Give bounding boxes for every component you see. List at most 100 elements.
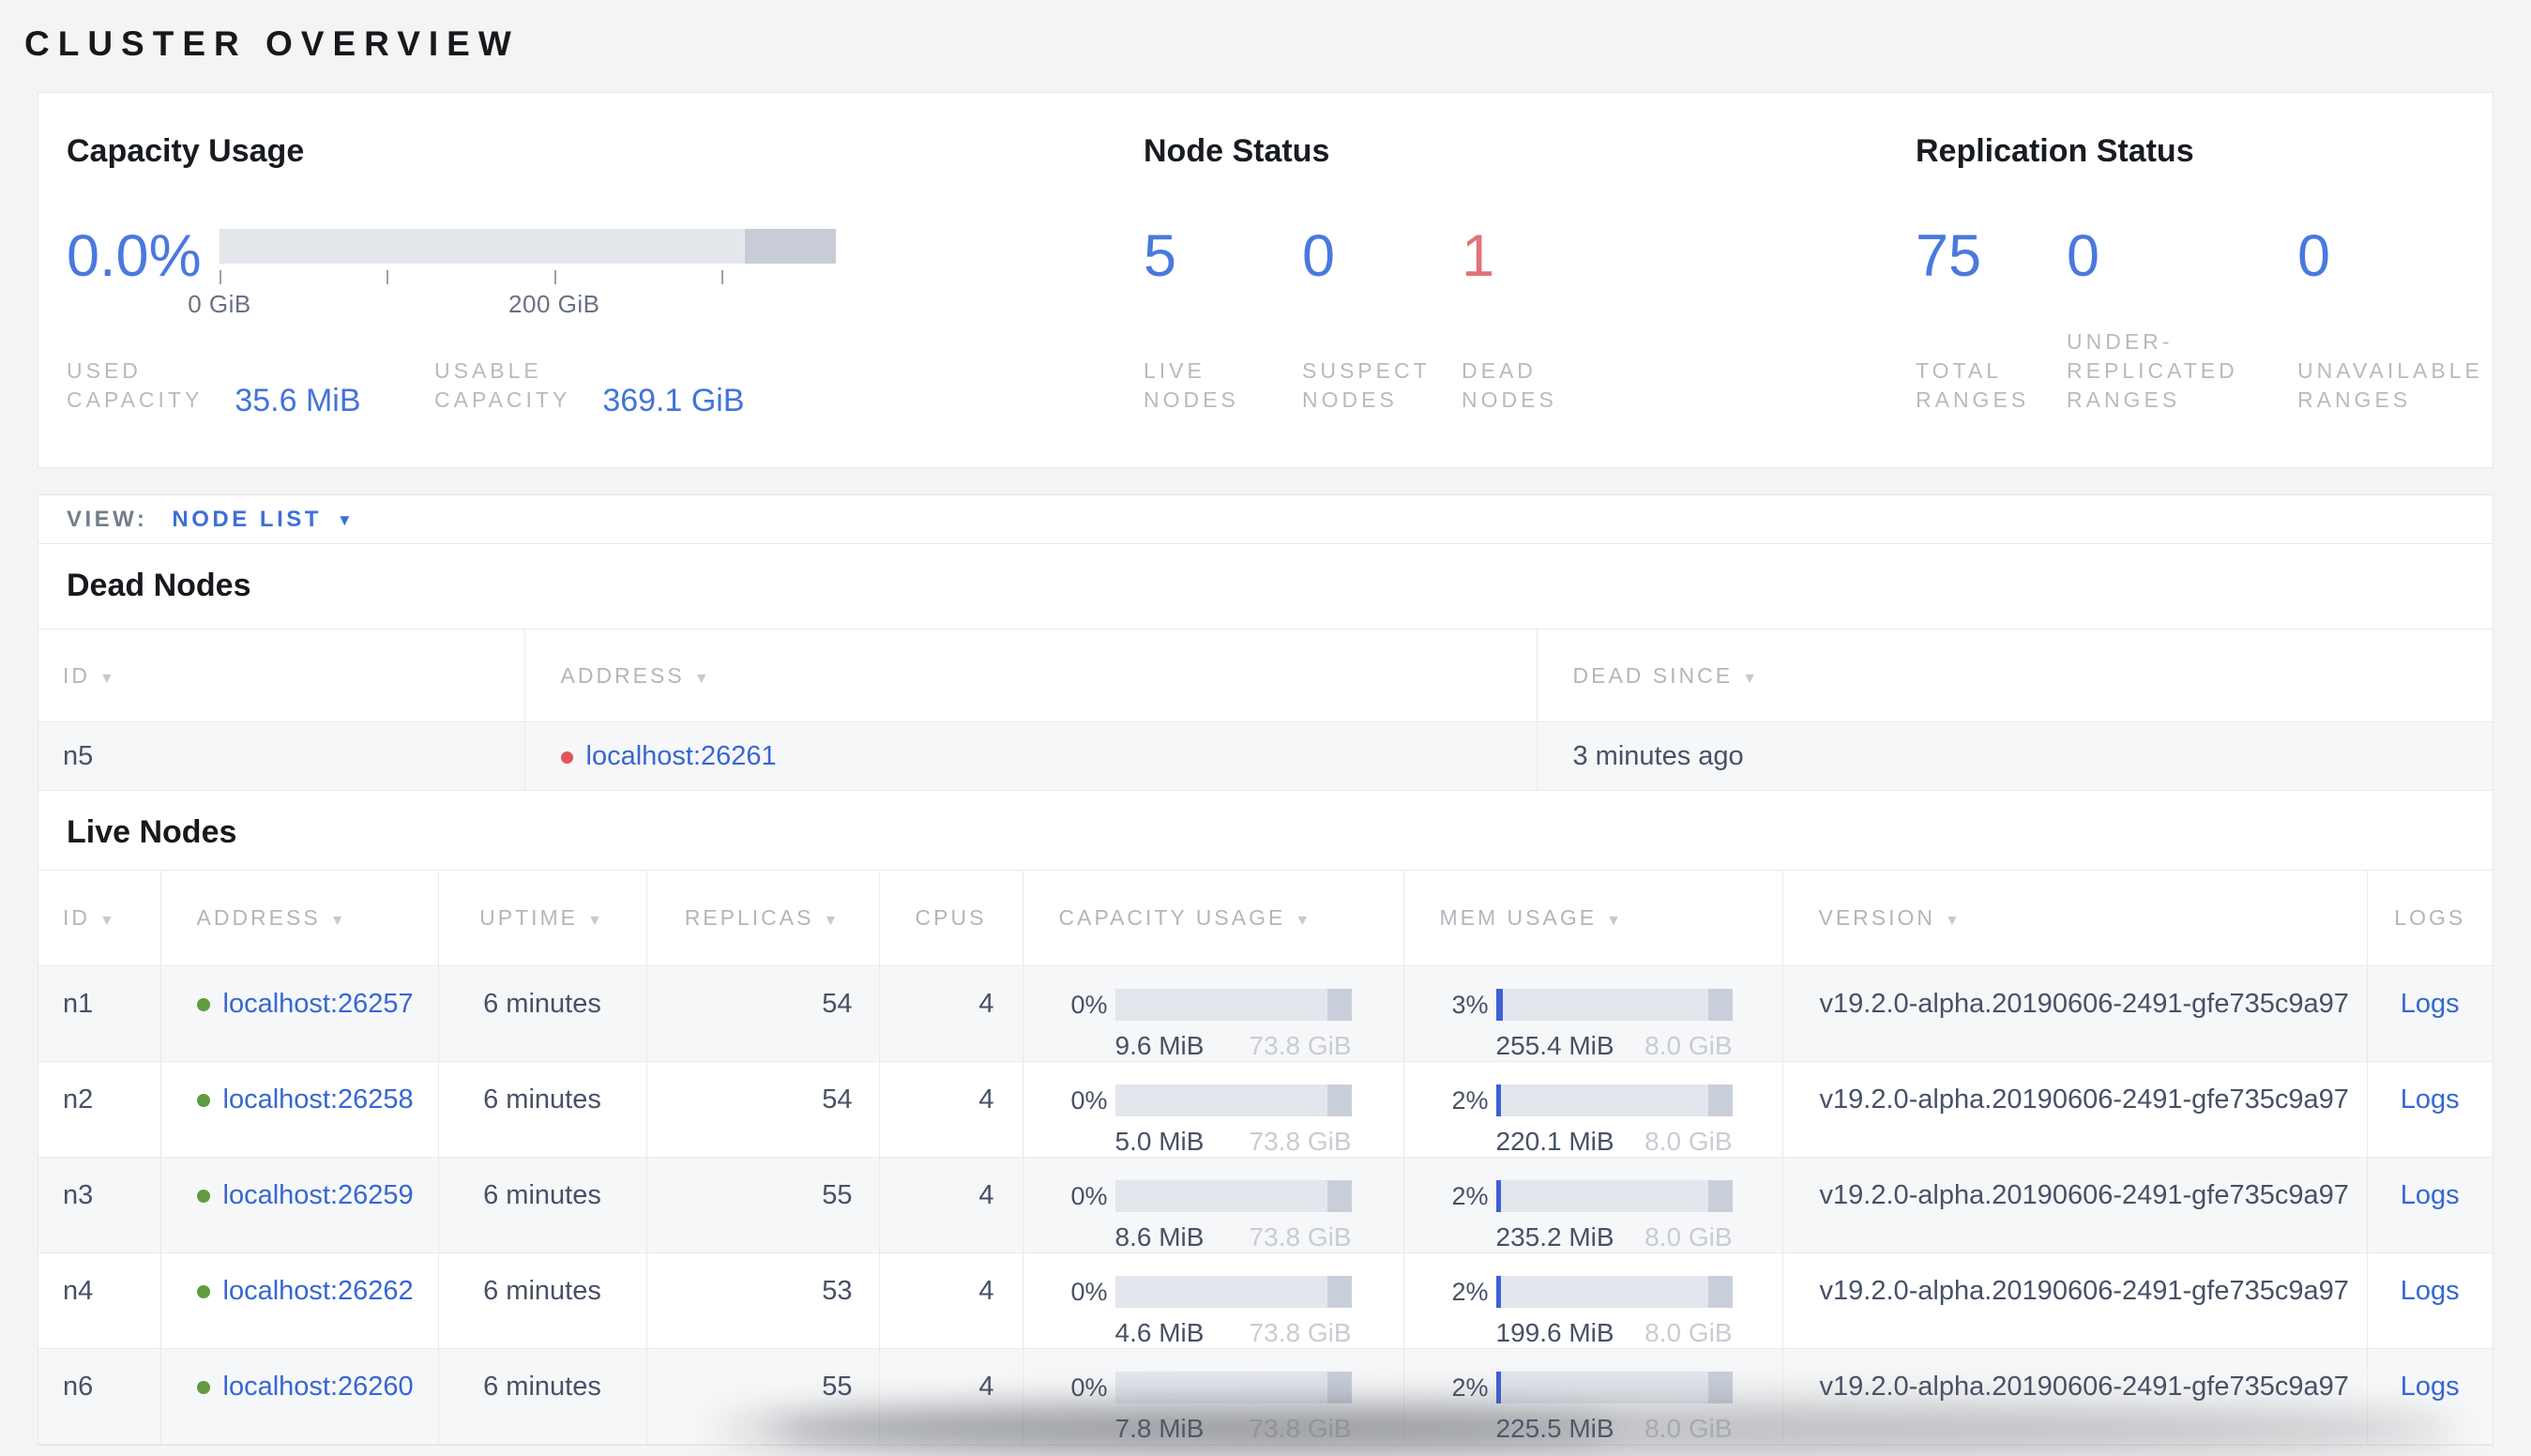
unavailable-ranges-count: 0 [2297, 223, 2331, 289]
live-node-row: n1 localhost:26257 6 minutes 54 4 0% 9.6… [38, 965, 2493, 1062]
mem-usage-cell: 2% 199.6 MiB 8.0 GiB [1403, 1252, 1783, 1349]
uptime-cell: 6 minutes [438, 1348, 647, 1445]
live-status-dot-icon [196, 1190, 210, 1203]
live-status-dot-icon [196, 998, 210, 1011]
dead-col-header-dead-since[interactable]: DEAD SINCE ▼ [1537, 629, 2493, 722]
mem-bar-reserved-icon [1708, 1180, 1733, 1212]
capacity-usage-cell: 0% 4.6 MiB 73.8 GiB [1023, 1252, 1404, 1349]
capacity-percent-value: 0.0% [67, 223, 202, 289]
suspect-nodes-label: SUSPECT NODES [1302, 358, 1431, 412]
node-id-cell: n2 [38, 1061, 161, 1158]
capacity-usage-cell: 0% 8.6 MiB 73.8 GiB [1023, 1157, 1404, 1253]
capacity-usage-bar [1114, 1372, 1352, 1403]
mem-bar-fill [1495, 1180, 1501, 1212]
mem-usage-bar [1495, 1180, 1733, 1212]
capacity-usage-bar [1114, 989, 1352, 1021]
dead-nodes-label: DEAD NODES [1462, 358, 1557, 412]
chevron-down-icon: ▼ [336, 510, 353, 529]
capacity-usage-bar [220, 229, 836, 264]
mem-bar-reserved-icon [1708, 1084, 1733, 1116]
node-address-link[interactable]: localhost:26260 [223, 1372, 414, 1402]
capacity-axis: 0 GiB 200 GiB [188, 264, 836, 326]
node-address-link[interactable]: localhost:26261 [586, 741, 777, 771]
replicas-cell: 54 [646, 1061, 880, 1158]
col-header-cpus: CPUS [879, 870, 1023, 966]
mem-usage-cell: 2% 220.1 MiB 8.0 GiB [1403, 1061, 1783, 1158]
capacity-usage-cell: 0% 5.0 MiB 73.8 GiB [1023, 1061, 1404, 1158]
usable-capacity-label: USABLE CAPACITY [434, 358, 571, 412]
logs-link[interactable]: Logs [2401, 1180, 2460, 1210]
view-selector-dropdown[interactable]: NODE LIST ▼ [172, 507, 352, 533]
node-address-cell: localhost:26262 [160, 1252, 439, 1349]
col-header-mem-usage[interactable]: MEM USAGE ▼ [1403, 870, 1783, 966]
live-status-dot-icon [196, 1381, 210, 1394]
view-bar: VIEW: NODE LIST ▼ [38, 495, 2493, 544]
axis-tick [721, 270, 724, 284]
view-selected-value[interactable]: NODE LIST [172, 507, 322, 533]
dead-since-cell: 3 minutes ago [1572, 741, 1744, 771]
node-status-heading: Node Status [1144, 133, 1330, 169]
live-status-dot-icon [196, 1094, 210, 1107]
col-header-uptime[interactable]: UPTIME ▼ [438, 870, 647, 966]
node-address-cell: localhost:26258 [160, 1061, 439, 1158]
version-cell: v19.2.0-alpha.20190606-2491-gfe735c9a97 [1782, 1157, 2368, 1253]
live-node-row: n6 localhost:26260 6 minutes 55 4 0% 7.8… [38, 1348, 2493, 1445]
total-ranges-count: 75 [1916, 223, 1982, 289]
used-capacity-label: USED CAPACITY [67, 358, 204, 412]
logs-cell: Logs [2367, 966, 2493, 1062]
logs-link[interactable]: Logs [2401, 989, 2460, 1019]
replicas-cell: 54 [646, 965, 880, 1062]
col-header-id[interactable]: ID ▼ [38, 870, 161, 966]
sort-icon: ▼ [1742, 670, 1760, 687]
capacity-bar-block: 0 GiB 200 GiB [188, 226, 836, 326]
capacity-usage-heading: Capacity Usage [67, 133, 305, 169]
col-header-address[interactable]: ADDRESS ▼ [160, 870, 439, 966]
mem-usage-bar [1495, 1276, 1733, 1308]
logs-cell: Logs [2367, 1062, 2493, 1158]
capacity-bar-reserved-icon [1327, 1180, 1352, 1212]
axis-tick-label: 200 GiB [508, 290, 600, 318]
uptime-cell: 6 minutes [438, 1157, 647, 1253]
logs-link[interactable]: Logs [2401, 1276, 2460, 1306]
cpus-cell: 4 [879, 1157, 1023, 1253]
dead-col-header-id[interactable]: ID ▼ [38, 629, 525, 722]
node-address-link[interactable]: localhost:26257 [223, 989, 414, 1019]
col-header-version[interactable]: VERSION ▼ [1782, 870, 2368, 966]
mem-usage-cell: 2% 235.2 MiB 8.0 GiB [1403, 1157, 1783, 1253]
uptime-cell: 6 minutes [438, 1061, 647, 1158]
sort-icon: ▼ [587, 913, 605, 929]
logs-link[interactable]: Logs [2401, 1372, 2460, 1402]
capacity-bar-reserved-icon [1327, 1276, 1352, 1308]
replicas-cell: 55 [646, 1157, 880, 1253]
live-node-row: n4 localhost:26262 6 minutes 53 4 0% 4.6… [38, 1252, 2493, 1349]
suspect-nodes-count: 0 [1302, 223, 1336, 289]
mem-bar-reserved-icon [1708, 1372, 1733, 1403]
dead-nodes-header-row: ID ▼ ADDRESS ▼ DEAD SINCE ▼ [38, 629, 2493, 722]
version-cell: v19.2.0-alpha.20190606-2491-gfe735c9a97 [1782, 965, 2368, 1062]
under-replicated-ranges-count: 0 [2067, 223, 2100, 289]
sort-icon: ▼ [329, 913, 348, 929]
logs-cell: Logs [2367, 1253, 2493, 1349]
col-header-replicas[interactable]: REPLICAS ▼ [646, 870, 880, 966]
dead-nodes-table: ID ▼ ADDRESS ▼ DEAD SINCE ▼ n5 localhost:26… [38, 629, 2493, 791]
node-address-link[interactable]: localhost:26262 [223, 1276, 414, 1306]
live-nodes-header-row: ID ▼ ADDRESS ▼ UPTIME ▼ REPLICAS ▼ CPUS CAPA… [38, 870, 2493, 966]
live-nodes-tbody: n1 localhost:26257 6 minutes 54 4 0% 9.6… [38, 965, 2493, 1445]
node-address-link[interactable]: localhost:26258 [223, 1084, 414, 1115]
replication-status-panel: Replication Status 75 0 0 TOTAL RANGES U… [1916, 134, 2493, 415]
capacity-bar-reserved-icon [1327, 1372, 1352, 1403]
logs-cell: Logs [2367, 1349, 2493, 1445]
col-header-capacity-usage[interactable]: CAPACITY USAGE ▼ [1023, 870, 1404, 966]
live-node-row: n2 localhost:26258 6 minutes 54 4 0% 5.0… [38, 1061, 2493, 1158]
dead-col-header-address[interactable]: ADDRESS ▼ [524, 629, 1538, 722]
version-cell: v19.2.0-alpha.20190606-2491-gfe735c9a97 [1782, 1252, 2368, 1349]
usable-capacity-value: 369.1 GiB [602, 383, 745, 418]
replication-status-heading: Replication Status [1916, 133, 2194, 169]
sort-icon: ▼ [1295, 913, 1313, 929]
node-address-link[interactable]: localhost:26259 [223, 1180, 414, 1210]
mem-bar-reserved-icon [1708, 989, 1733, 1021]
cpus-cell: 4 [879, 1061, 1023, 1158]
col-header-logs: LOGS [2394, 905, 2466, 930]
usable-capacity-stat: USABLE CAPACITY 369.1 GiB [434, 356, 745, 418]
logs-link[interactable]: Logs [2401, 1084, 2460, 1115]
